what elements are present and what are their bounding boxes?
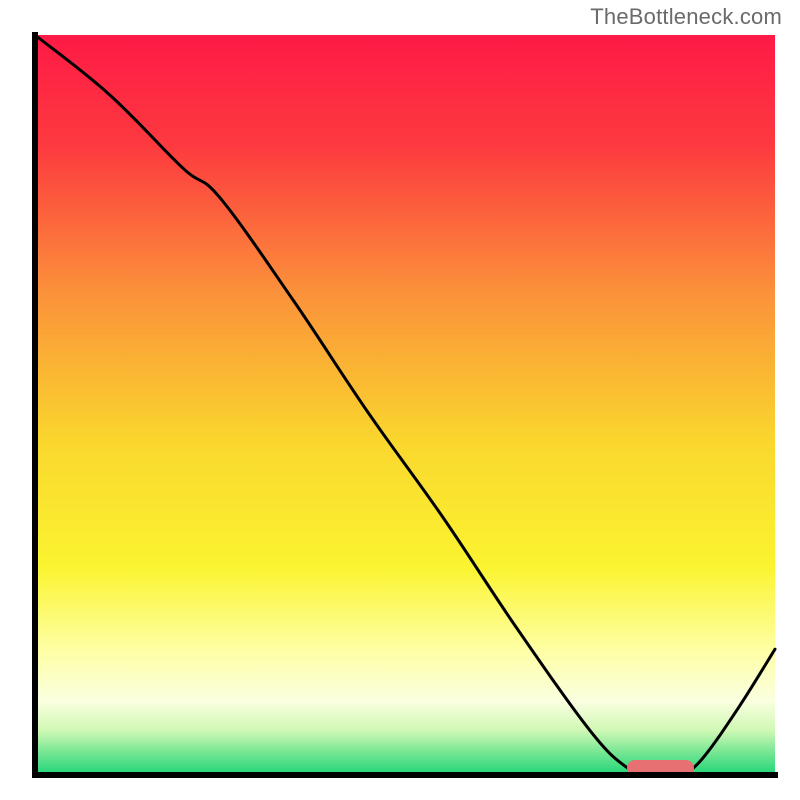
x-axis-line [32, 772, 778, 778]
chart-plot-area [35, 35, 775, 775]
watermark-text: TheBottleneck.com [590, 4, 782, 30]
y-axis-line [32, 32, 38, 778]
chart-line-series [35, 35, 775, 775]
